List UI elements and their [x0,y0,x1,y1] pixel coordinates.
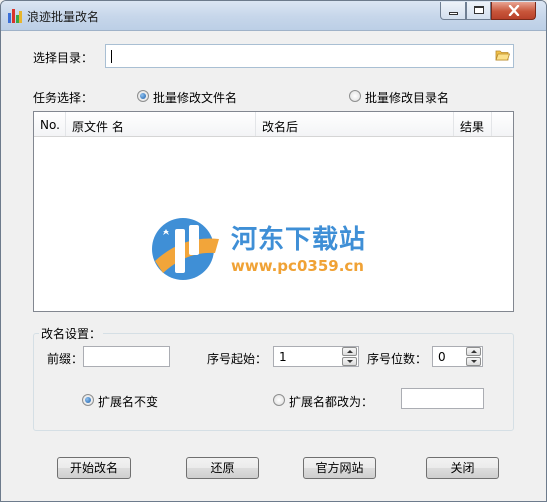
folder-icon[interactable] [495,49,510,62]
radio-ext-change-label[interactable]: 扩展名都改为： [289,393,373,410]
maximize-button[interactable] [466,2,491,20]
radio-rename-files-label[interactable]: 批量修改文件名 [153,89,237,106]
task-label: 任务选择： [33,91,94,105]
watermark-url: www.pc0359.cn [231,257,364,275]
watermark-name: 河东下载站 [231,225,367,255]
close-icon [508,5,520,16]
window-title: 浪迹批量改名 [27,10,100,24]
prefix-label: 前缀： [47,352,84,366]
title-bar[interactable]: 浪迹批量改名 [1,1,546,31]
watermark: 河东下载站 www.pc0359.cn [149,213,399,283]
text-caret [111,50,112,63]
ext-change-input[interactable] [401,388,484,409]
seq-digits-value: 0 [438,350,446,364]
seq-digits-down-icon[interactable] [466,357,481,366]
minimize-button[interactable] [440,2,466,20]
seq-start-up-icon[interactable] [342,347,357,356]
column-result[interactable]: 结果 [454,112,492,136]
radio-ext-keep[interactable] [82,394,94,406]
radio-ext-change[interactable] [273,394,285,406]
seq-digits-spinner[interactable] [466,347,481,366]
column-no[interactable]: No. [34,112,66,136]
seq-digits-label: 序号位数： [367,352,428,366]
seq-start-label: 序号起始： [207,352,268,366]
seq-digits-up-icon[interactable] [466,347,481,356]
close-button[interactable]: 关闭 [426,457,499,479]
radio-rename-dirs-label[interactable]: 批量修改目录名 [365,89,449,106]
restore-button[interactable]: 还原 [186,457,259,479]
prefix-input[interactable] [83,346,170,367]
seq-start-spinner[interactable] [342,347,357,366]
directory-label: 选择目录： [33,51,94,65]
seq-start-down-icon[interactable] [342,357,357,366]
directory-input[interactable] [105,44,514,68]
start-rename-button[interactable]: 开始改名 [57,457,131,479]
minimize-icon [449,12,458,15]
column-new-name[interactable]: 改名后 [256,112,454,136]
file-list-header: No. 原文件 名 改名后 结果 [34,112,513,137]
column-original-name[interactable]: 原文件 名 [66,112,256,136]
radio-rename-dirs[interactable] [349,90,361,102]
close-window-button[interactable] [491,2,536,20]
column-filler [492,112,513,136]
app-window: 浪迹批量改名 选择目录： 任务选择： 批量修改文件名 批量修改目录名 No. 原… [0,0,547,502]
rename-settings-title: 改名设置： [39,325,104,342]
radio-ext-keep-label[interactable]: 扩展名不变 [98,393,158,410]
watermark-logo-icon [152,218,219,280]
official-website-button[interactable]: 官方网站 [303,457,376,479]
maximize-icon [474,6,484,14]
seq-start-value: 1 [279,350,287,364]
radio-rename-files[interactable] [137,90,149,102]
app-icon [8,9,22,23]
